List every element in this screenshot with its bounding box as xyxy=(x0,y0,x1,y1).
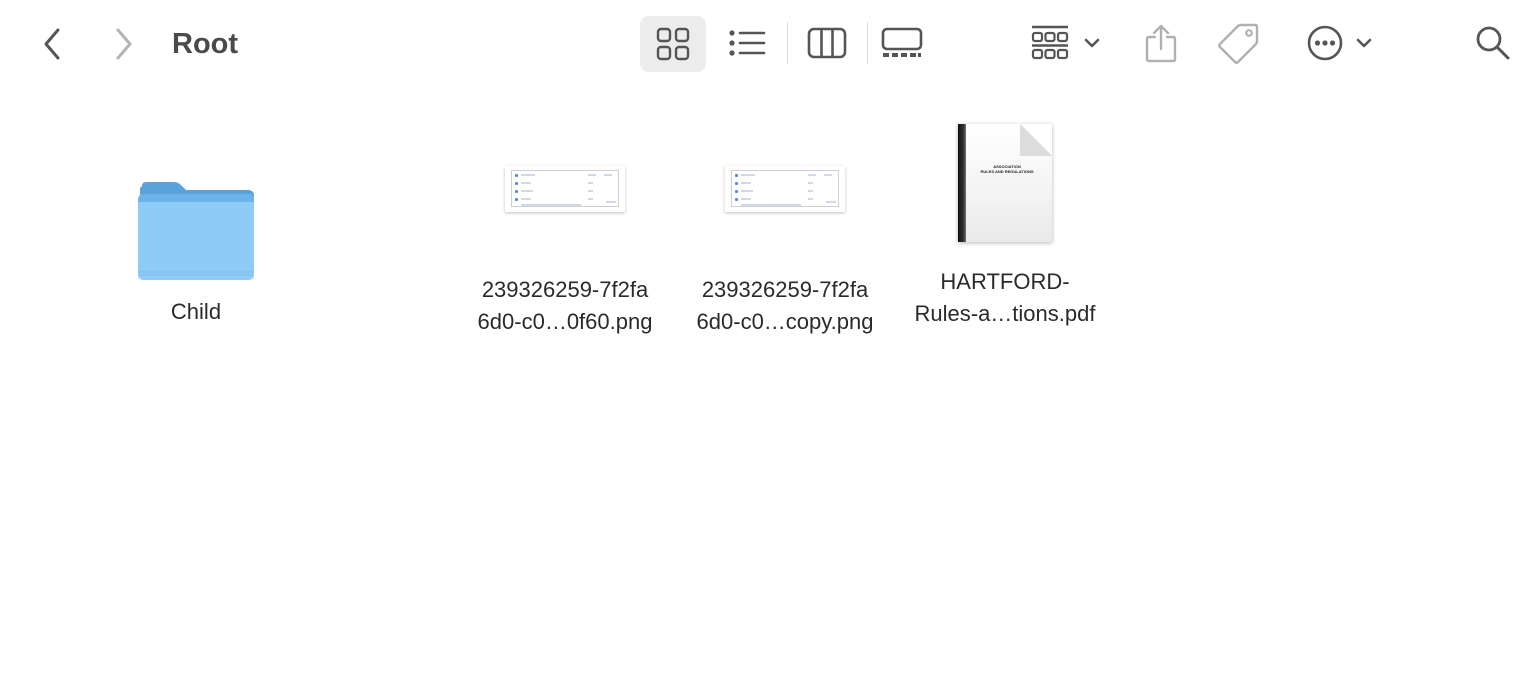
tag-icon xyxy=(1218,23,1259,64)
png-thumbnail-icon xyxy=(505,166,625,212)
pdf-thumbnail-icon: ASSOCIATION RULES AND REGULATIONS xyxy=(958,124,1052,242)
png-thumbnail-icon xyxy=(725,166,845,212)
thumbnail-row xyxy=(588,174,596,176)
grid-icon xyxy=(656,27,690,61)
thumbnail-dot xyxy=(735,198,738,201)
file-name: HARTFORD- Rules-a…tions.pdf xyxy=(914,269,1096,326)
pdf-preview-line: RULES AND REGULATIONS xyxy=(980,169,1034,174)
thumbnail-row xyxy=(521,190,533,192)
pdf-spine xyxy=(958,124,966,242)
forward-button[interactable] xyxy=(104,22,144,66)
thumbnail-dot xyxy=(515,182,518,185)
more-actions-button[interactable] xyxy=(1300,18,1380,68)
file-name: Child xyxy=(170,299,222,324)
gallery-icon xyxy=(881,27,923,57)
thumbnail-row xyxy=(521,182,531,184)
view-as-columns-button[interactable] xyxy=(804,18,850,68)
thumbnail-row xyxy=(808,190,813,192)
columns-icon xyxy=(807,27,847,59)
toolbar-separator xyxy=(867,22,868,64)
view-as-list-button[interactable] xyxy=(724,18,770,68)
thumbnail-row xyxy=(741,204,801,206)
thumbnail-dot xyxy=(515,198,518,201)
thumbnail-row xyxy=(824,174,832,176)
thumbnail-row xyxy=(808,182,813,184)
thumbnail-frame xyxy=(731,170,839,207)
thumbnail-row xyxy=(808,198,813,200)
thumbnail-row xyxy=(606,201,616,203)
group-by-icon xyxy=(1031,25,1069,60)
share-icon xyxy=(1145,24,1177,63)
window-title: Root xyxy=(172,28,239,60)
thumbnail-dot xyxy=(735,174,738,177)
list-icon xyxy=(729,30,766,56)
thumbnail-row xyxy=(741,182,751,184)
file-name: 239326259-7f2fa 6d0-c0…0f60.png xyxy=(477,277,653,334)
file-item-folder[interactable]: Child xyxy=(86,178,306,328)
view-as-icons-button[interactable] xyxy=(640,16,706,72)
file-name: 239326259-7f2fa 6d0-c0…copy.png xyxy=(696,277,874,334)
file-grid: Child 239326259-7f2fa 6d0-c0…0f60.png 23… xyxy=(0,88,1536,674)
toolbar: Root xyxy=(0,0,1536,88)
search-button[interactable] xyxy=(1470,20,1516,66)
pdf-preview-text: ASSOCIATION RULES AND REGULATIONS xyxy=(970,164,1044,174)
thumbnail-row xyxy=(588,182,593,184)
thumbnail-row xyxy=(741,190,753,192)
thumbnail-row xyxy=(521,198,531,200)
search-icon xyxy=(1476,26,1510,60)
thumbnail-row xyxy=(521,174,535,176)
file-item-png[interactable]: 239326259-7f2fa 6d0-c0…copy.png xyxy=(675,158,895,338)
thumbnail-row xyxy=(808,174,816,176)
view-as-gallery-button[interactable] xyxy=(878,18,926,68)
thumbnail-row xyxy=(741,198,751,200)
chevron-down-icon xyxy=(1084,38,1100,48)
thumbnail-row xyxy=(826,201,836,203)
file-item-pdf[interactable]: ASSOCIATION RULES AND REGULATIONS HARTFO… xyxy=(895,124,1115,330)
thumbnail-dot xyxy=(515,174,518,177)
thumb-wrap xyxy=(675,166,895,220)
ellipsis-circle-icon xyxy=(1307,25,1343,61)
thumb-wrap xyxy=(455,166,675,220)
folder-icon xyxy=(134,178,258,282)
thumbnail-frame xyxy=(511,170,619,207)
group-by-button[interactable] xyxy=(1026,18,1106,68)
chevron-down-icon xyxy=(1356,38,1372,48)
tag-button[interactable] xyxy=(1214,18,1264,68)
chevron-right-icon xyxy=(116,28,132,60)
finder-window: Root Child 239326259-7f2fa 6d0-c0…0f60.p… xyxy=(0,0,1536,674)
thumbnail-row xyxy=(741,174,755,176)
thumbnail-dot xyxy=(515,190,518,193)
back-button[interactable] xyxy=(32,22,72,66)
toolbar-separator xyxy=(787,22,788,64)
chevron-left-icon xyxy=(44,28,60,60)
thumbnail-row xyxy=(604,174,612,176)
share-button[interactable] xyxy=(1140,16,1182,70)
thumbnail-dot xyxy=(735,182,738,185)
thumbnail-dot xyxy=(735,190,738,193)
file-item-png[interactable]: 239326259-7f2fa 6d0-c0…0f60.png xyxy=(455,158,675,338)
thumbnail-row xyxy=(588,190,593,192)
page-fold xyxy=(1020,124,1052,156)
thumbnail-row xyxy=(521,204,581,206)
thumbnail-row xyxy=(588,198,593,200)
